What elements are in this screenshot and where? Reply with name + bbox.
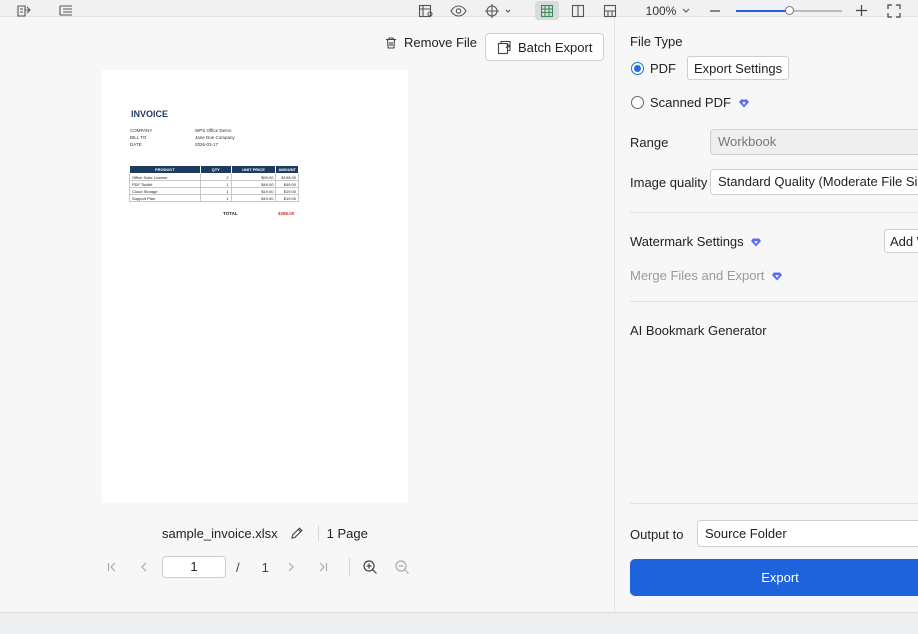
premium-gem-icon — [751, 238, 762, 247]
normal-view-icon[interactable] — [535, 1, 559, 20]
scanned-pdf-radio-label[interactable]: Scanned PDF — [650, 95, 749, 110]
page-count: 1 Page — [326, 525, 368, 541]
ai-bookmark-generator-label: AI Bookmark Generator — [630, 323, 767, 338]
watermark-settings-label: Watermark Settings — [630, 234, 762, 249]
batch-export-icon — [497, 40, 511, 54]
file-type-label: File Type — [630, 34, 683, 49]
add-watermark-button[interactable]: Add W — [884, 229, 918, 253]
export-button[interactable]: Export — [630, 559, 918, 596]
output-to-label: Output to — [630, 527, 684, 542]
outline-icon[interactable] — [56, 1, 76, 20]
export-settings-label: Export Settings — [694, 60, 783, 76]
remove-file-button[interactable]: Remove File — [384, 35, 477, 50]
batch-export-button[interactable]: Batch Export — [485, 33, 605, 61]
add-watermark-label: Add W — [890, 233, 918, 249]
zoom-in-plus-icon[interactable] — [852, 1, 870, 20]
crosshair-dropdown-icon[interactable] — [482, 1, 514, 20]
sheet-settings-icon[interactable] — [416, 1, 436, 20]
file-info: sample_invoice.xlsx 1 Page — [162, 525, 368, 541]
invoice-field-bill-to: BILL TO Jane Doe Company — [130, 135, 235, 140]
table-row: Support Plan 1 $19.00 $19.00 — [129, 194, 299, 202]
invoice-total-label: TOTAL — [223, 211, 238, 216]
invoice-field-company: COMPANY WPS Office Demo — [130, 128, 232, 133]
zoom-slider[interactable] — [734, 1, 844, 20]
table-row: Cloud Storage 1 $19.00 $19.00 — [129, 187, 299, 195]
invoice-table-header: PRODUCT QTY UNIT PRICE AMOUNT — [129, 165, 299, 174]
page-separator: / — [236, 559, 240, 575]
batch-export-label: Batch Export — [518, 39, 593, 55]
page-break-view-icon[interactable] — [600, 1, 620, 20]
export-settings-button[interactable]: Export Settings — [687, 56, 790, 80]
zoom-in-icon[interactable] — [358, 559, 382, 575]
zoom-out-minus-icon[interactable] — [706, 1, 724, 20]
output-folder-select[interactable]: Source Folder — [697, 520, 918, 547]
settings-divider — [630, 301, 918, 302]
page-setup-icon[interactable] — [14, 1, 34, 20]
merge-files-export-label[interactable]: Merge Files and Export — [630, 268, 782, 283]
trash-icon — [386, 36, 396, 49]
page-navigator: 1 / 1 — [100, 556, 414, 578]
pdf-radio[interactable] — [631, 62, 644, 75]
premium-gem-icon — [738, 99, 749, 108]
edit-pencil-icon[interactable] — [290, 526, 304, 540]
table-row: Office Suite License 2 $99.00 $198.00 — [129, 173, 299, 181]
eye-icon[interactable] — [448, 1, 468, 20]
total-pages: 1 — [261, 559, 269, 575]
range-select[interactable]: Workbook — [710, 129, 918, 155]
zoom-level: 100% — [645, 3, 677, 18]
chevron-down-icon — [682, 8, 690, 13]
invoice-title: INVOICE — [131, 109, 169, 119]
settings-divider — [630, 503, 918, 504]
page-number-input[interactable]: 1 — [162, 556, 226, 578]
file-name: sample_invoice.xlsx — [162, 525, 278, 541]
invoice-total-value: $285.00 — [278, 211, 295, 216]
scanned-pdf-radio[interactable] — [631, 96, 644, 109]
settings-divider — [630, 212, 918, 213]
table-row: PDF Toolkit 1 $49.00 $49.00 — [129, 180, 299, 188]
image-quality-label: Image quality — [630, 175, 708, 190]
premium-gem-icon — [772, 272, 782, 281]
next-page-icon[interactable] — [279, 561, 303, 573]
range-label: Range — [630, 135, 669, 150]
zoom-slider-track — [736, 5, 842, 15]
zoom-slider-thumb[interactable] — [785, 5, 794, 15]
document-preview-page: INVOICE COMPANY WPS Office Demo BILL TO … — [102, 70, 408, 503]
status-bar — [0, 612, 918, 634]
zoom-out-icon[interactable] — [390, 559, 414, 575]
pdf-radio-label[interactable]: PDF — [650, 61, 676, 76]
first-page-icon[interactable] — [100, 561, 124, 573]
image-quality-select[interactable]: Standard Quality (Moderate File Size) — [710, 169, 918, 195]
pager-divider — [348, 558, 350, 576]
zoom-slider-fill — [736, 9, 790, 12]
file-info-divider — [317, 525, 319, 541]
invoice-field-date: DATE 2026-03-17 — [130, 142, 219, 147]
zoom-level-dropdown[interactable]: 100% — [642, 1, 694, 20]
prev-page-icon[interactable] — [132, 561, 156, 573]
remove-file-label: Remove File — [404, 35, 477, 50]
last-page-icon[interactable] — [311, 561, 335, 573]
page-layout-view-icon[interactable] — [568, 1, 588, 20]
fullscreen-icon[interactable] — [884, 1, 904, 20]
invoice-table: PRODUCT QTY UNIT PRICE AMOUNT Office Sui… — [129, 165, 299, 202]
